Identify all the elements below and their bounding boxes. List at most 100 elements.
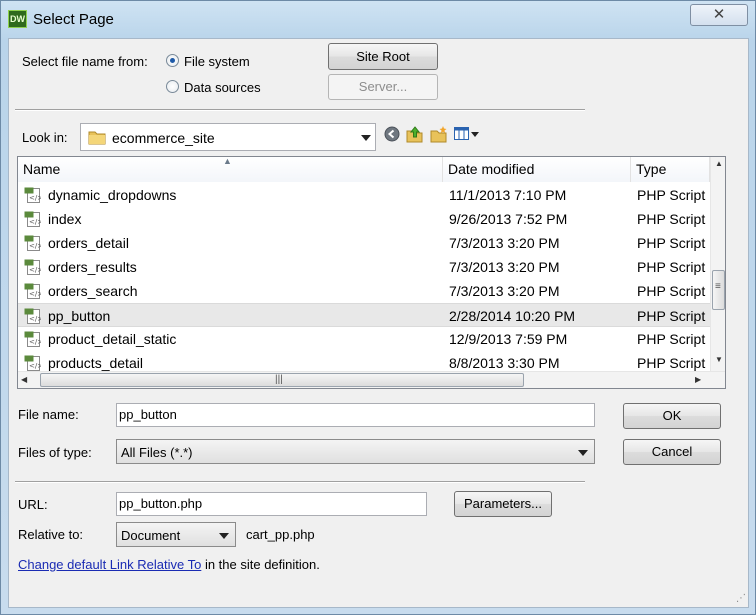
sort-ascending-icon: ▲ [223, 156, 232, 166]
parameters-button[interactable]: Parameters... [454, 491, 552, 517]
look-in-dropdown[interactable]: ecommerce_site [80, 123, 376, 151]
title-bar: DW Select Page ✕ [1, 1, 756, 37]
chevron-down-icon [578, 449, 588, 456]
vertical-scrollbar[interactable]: ▲ ≡ ▼ [710, 157, 725, 371]
svg-text:</>: </> [29, 362, 41, 370]
back-icon[interactable] [384, 126, 400, 145]
file-row[interactable]: </> product_detail_static 12/9/2013 7:59 P… [18, 327, 710, 351]
data-sources-label[interactable]: Data sources [184, 80, 261, 95]
resize-grip-icon[interactable]: ⋰ [736, 593, 746, 604]
php-file-icon: </> [24, 355, 43, 371]
look-in-label: Look in: [22, 130, 68, 145]
relative-to-label: Relative to: [18, 527, 84, 542]
ok-button[interactable]: OK [623, 403, 721, 429]
svg-text:</>: </> [29, 194, 41, 202]
file-list: Name ▲ Date modified Type </> dynamic_dro… [17, 156, 726, 389]
chevron-down-icon [219, 532, 229, 539]
file-row[interactable]: </> orders_search 7/3/2013 3:20 PM PHP Scri… [18, 279, 710, 303]
date-modified-cell: 2/28/2014 10:20 PM [449, 308, 576, 324]
relative-file-name: cart_pp.php [246, 527, 315, 542]
server-button[interactable]: Server... [328, 74, 438, 100]
file-row[interactable]: </> index 9/26/2013 7:52 PM PHP Script [18, 207, 710, 231]
file-name-cell: index [48, 211, 82, 227]
scroll-right-icon[interactable]: ▶ [695, 375, 701, 384]
svg-text:</>: </> [29, 290, 41, 298]
vertical-scroll-thumb[interactable]: ≡ [712, 270, 725, 310]
file-row[interactable]: </> pp_button 2/28/2014 10:20 PM PHP Script [18, 303, 710, 327]
scroll-left-icon[interactable]: ◀ [21, 375, 27, 384]
file-type-cell: PHP Script [637, 187, 706, 203]
file-name-cell: dynamic_dropdowns [48, 187, 177, 203]
file-system-radio[interactable] [166, 54, 179, 67]
cancel-button[interactable]: Cancel [623, 439, 721, 465]
file-type-cell: PHP Script [637, 211, 706, 227]
date-modified-cell: 12/9/2013 7:59 PM [449, 331, 568, 347]
file-type-cell: PHP Script [637, 235, 706, 251]
url-label: URL: [18, 497, 48, 512]
svg-text:</>: </> [29, 242, 41, 250]
file-name-cell: pp_button [48, 308, 111, 324]
dreamweaver-app-icon: DW [8, 10, 27, 28]
file-row[interactable]: </> dynamic_dropdowns 11/1/2013 7:10 PM PHP… [18, 183, 710, 207]
column-header-name[interactable]: Name ▲ [18, 157, 443, 182]
separator [15, 109, 585, 111]
site-root-button[interactable]: Site Root [328, 43, 438, 70]
footer-text: Change default Link Relative To in the s… [18, 557, 320, 572]
separator [15, 481, 585, 483]
file-row[interactable]: </> orders_detail 7/3/2013 3:20 PM PHP Scri… [18, 231, 710, 255]
scroll-down-icon[interactable]: ▼ [715, 355, 723, 364]
file-type-cell: PHP Script [637, 283, 706, 299]
horizontal-scrollbar[interactable]: ◀ ||| ▶ [18, 371, 725, 388]
svg-text:</>: </> [29, 266, 41, 274]
up-folder-icon[interactable] [406, 125, 424, 146]
footer-rest-text: in the site definition. [201, 557, 320, 572]
view-menu-icon[interactable] [454, 126, 482, 145]
close-button[interactable]: ✕ [690, 4, 748, 26]
horizontal-scroll-thumb[interactable]: ||| [40, 373, 524, 387]
change-default-link[interactable]: Change default Link Relative To [18, 557, 201, 572]
file-name-cell: product_detail_static [48, 331, 177, 347]
relative-to-dropdown[interactable]: Document [116, 522, 236, 547]
php-file-icon: </> [24, 308, 43, 324]
url-field[interactable]: pp_button.php [116, 492, 427, 516]
scroll-up-icon[interactable]: ▲ [715, 159, 723, 168]
select-page-dialog: DW Select Page ✕ Select file name from: … [0, 0, 756, 615]
php-file-icon: </> [24, 235, 43, 251]
file-name-cell: orders_results [48, 259, 137, 275]
relative-to-value: Document [121, 528, 181, 543]
date-modified-cell: 11/1/2013 7:10 PM [449, 187, 567, 203]
grip-icon: ≡ [715, 281, 721, 292]
date-modified-cell: 9/26/2013 7:52 PM [449, 211, 568, 227]
column-header-type[interactable]: Type [631, 157, 710, 182]
column-header-date[interactable]: Date modified [443, 157, 631, 182]
file-type-cell: PHP Script [637, 259, 706, 275]
folder-icon [88, 129, 106, 148]
files-of-type-dropdown[interactable]: All Files (*.*) [116, 439, 595, 464]
grip-icon: ||| [275, 374, 283, 385]
date-modified-cell: 7/3/2013 3:20 PM [449, 283, 560, 299]
files-of-type-value: All Files (*.*) [121, 445, 193, 460]
svg-text:</>: </> [29, 315, 41, 323]
dialog-body: Select file name from: File system Data … [8, 38, 749, 608]
window-title: Select Page [33, 11, 114, 28]
look-in-value: ecommerce_site [112, 130, 215, 146]
file-name-cell: orders_search [48, 283, 138, 299]
file-type-cell: PHP Script [637, 308, 706, 324]
new-folder-icon[interactable] [430, 125, 448, 146]
column-name-label: Name [23, 161, 61, 177]
file-name-field[interactable]: pp_button [116, 403, 595, 427]
file-row[interactable]: </> orders_results 7/3/2013 3:20 PM PHP Scr… [18, 255, 710, 279]
file-name-cell: orders_detail [48, 235, 129, 251]
file-system-label[interactable]: File system [184, 54, 250, 69]
php-file-icon: </> [24, 211, 43, 227]
date-modified-cell: 7/3/2013 3:20 PM [449, 235, 560, 251]
svg-text:</>: </> [29, 218, 41, 226]
data-sources-radio[interactable] [166, 80, 179, 93]
date-modified-cell: 7/3/2013 3:20 PM [449, 259, 560, 275]
php-file-icon: </> [24, 259, 43, 275]
php-file-icon: </> [24, 187, 43, 203]
file-type-cell: PHP Script [637, 331, 706, 347]
php-file-icon: </> [24, 331, 43, 347]
file-name-label: File name: [18, 407, 79, 422]
files-of-type-label: Files of type: [18, 445, 92, 460]
